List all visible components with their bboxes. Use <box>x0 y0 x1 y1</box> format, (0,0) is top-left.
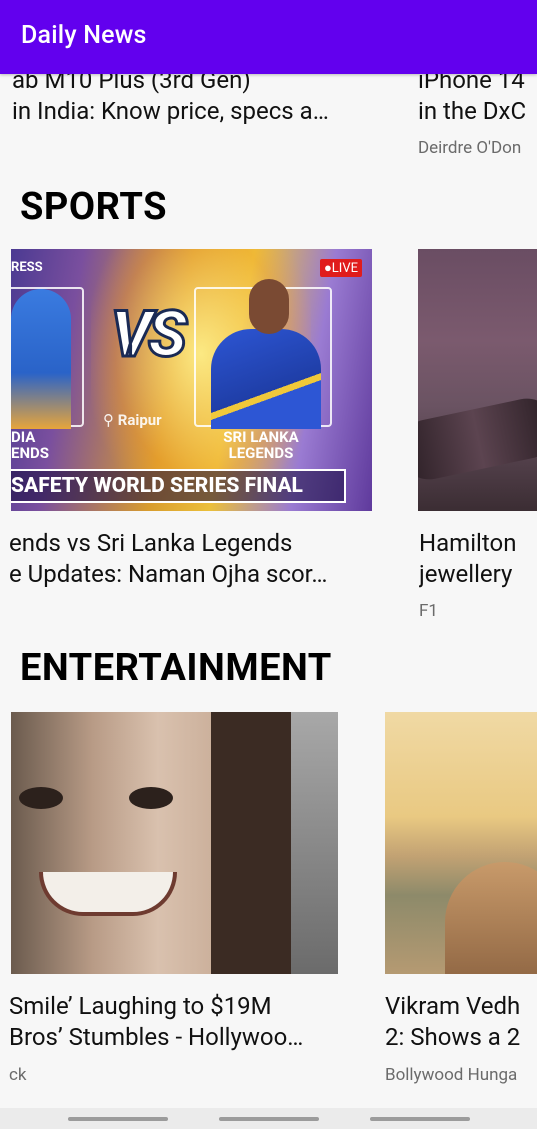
entertainment-card-2-image[interactable] <box>385 712 537 974</box>
banner-text: SAFETY WORLD SERIES FINAL <box>11 469 346 503</box>
top-card-1-title[interactable]: ab M10 Plus (3rd Gen) in India: Know pri… <box>12 65 372 127</box>
entertainment-card-2-title[interactable]: Vikram Vedh 2: Shows a 2 <box>385 991 537 1053</box>
nav-recents-pill[interactable] <box>68 1117 168 1121</box>
team-right-label: SRI LANKA LEGENDS <box>223 428 299 462</box>
top-card-2-source: Deirdre O'Don <box>418 138 522 158</box>
entertainment-card-1-title[interactable]: Smile’ Laughing to $19M Bros’ Stumbles -… <box>9 991 338 1053</box>
nav-home-pill[interactable] <box>219 1117 319 1121</box>
entertainment-heading: ENTERTAINMENT <box>20 646 332 690</box>
sports-card-2-title[interactable]: Hamilton jewellery <box>419 528 537 590</box>
system-nav-bar <box>0 1108 537 1129</box>
sports-card-1-image[interactable]: RESS ●LIVE VS ⚲ Raipur DIA ENDS SRI LANK… <box>11 249 372 511</box>
location-label: ⚲ Raipur <box>103 411 162 429</box>
vs-graphic: VS <box>110 296 189 374</box>
entertainment-card-2-source: Bollywood Hunga <box>385 1065 518 1085</box>
sports-card-1-title[interactable]: ends vs Sri Lanka Legends e Updates: Nam… <box>9 528 372 590</box>
live-badge: ●LIVE <box>319 259 362 277</box>
entertainment-card-1-source: ck <box>9 1065 27 1085</box>
sports-heading: SPORTS <box>20 185 167 229</box>
app-bar: Daily News <box>0 0 537 74</box>
top-card-2-title[interactable]: iPhone 14 in the DxC <box>418 65 537 127</box>
team-left-label: DIA ENDS <box>11 428 50 462</box>
entertainment-card-1-image[interactable] <box>11 712 338 974</box>
nav-back-pill[interactable] <box>370 1117 470 1121</box>
sports-card-2-source: F1 <box>419 601 438 621</box>
sports-card-2-image[interactable] <box>418 249 537 511</box>
app-title: Daily News <box>21 21 147 50</box>
